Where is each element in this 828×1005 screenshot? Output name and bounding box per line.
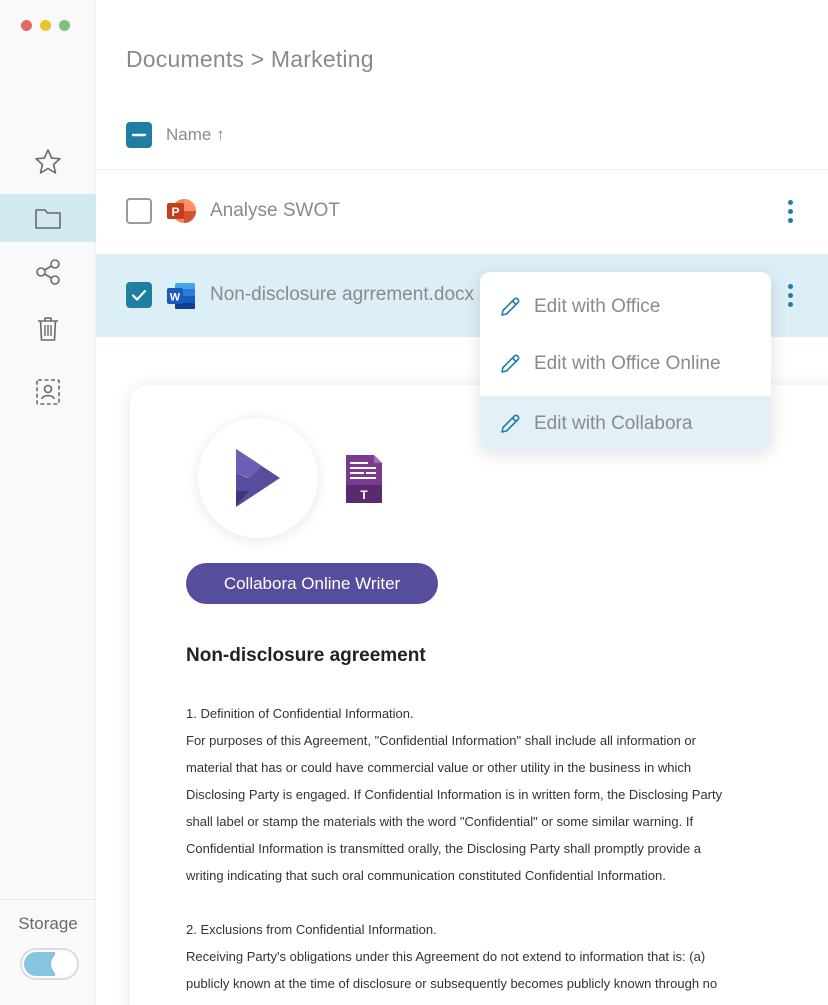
document-line: Confidential Information is transmitted …: [186, 841, 701, 856]
menu-item-edit-with-collabora[interactable]: Edit with Collabora: [480, 396, 771, 450]
sidebar-item-trash[interactable]: [0, 304, 96, 352]
maximize-window-button[interactable]: [59, 20, 70, 31]
document-line: 2. Exclusions from Confidential Informat…: [186, 922, 437, 937]
menu-item-label: Edit with Office: [534, 296, 661, 317]
sidebar-item-shared[interactable]: [0, 248, 96, 296]
menu-item-label: Edit with Office Online: [534, 353, 721, 374]
close-window-button[interactable]: [21, 20, 32, 31]
svg-text:W: W: [170, 292, 181, 304]
document-line: shall label or stamp the materials with …: [186, 814, 694, 829]
contact-icon: [36, 379, 60, 405]
file-name[interactable]: Analyse SWOT: [210, 200, 340, 222]
file-row-analyse-swot[interactable]: P Analyse SWOT: [96, 170, 828, 253]
pencil-icon: [501, 297, 520, 316]
menu-item-edit-with-office[interactable]: Edit with Office: [480, 279, 771, 335]
file-list-header: Name ↑: [96, 100, 828, 170]
sidebar-item-files[interactable]: [0, 194, 96, 242]
document-title: Non-disclosure agreement: [186, 645, 426, 666]
edit-context-menu: Edit with Office Edit with Office Online…: [480, 272, 771, 450]
window-controls: [21, 20, 70, 31]
row-more-options-button[interactable]: [786, 200, 794, 228]
sidebar-item-favorites[interactable]: [0, 138, 96, 186]
document-line: material that has or could have commerci…: [186, 760, 692, 775]
document-preview-card: T Collabora Online Writer Non-disclosure…: [130, 385, 828, 1005]
storage-section: Storage: [0, 899, 96, 1005]
collabora-writer-badge: Collabora Online Writer: [186, 563, 438, 604]
storage-label: Storage: [18, 914, 78, 933]
svg-text:P: P: [171, 205, 179, 219]
document-line: writing indicating that such oral commun…: [186, 868, 666, 883]
collabora-logo-icon: [236, 449, 280, 507]
document-line: Disclosing Party is engaged. If Confiden…: [186, 787, 723, 802]
pencil-icon: [501, 354, 520, 373]
collabora-logo: [198, 418, 318, 538]
powerpoint-icon: P: [167, 199, 196, 223]
minimize-window-button[interactable]: [40, 20, 51, 31]
kebab-dot-icon: [787, 284, 793, 289]
row-checkbox[interactable]: [126, 282, 152, 308]
checkmark-icon: [131, 289, 147, 301]
sidebar-item-contacts[interactable]: [0, 368, 96, 416]
row-more-options-button[interactable]: [786, 284, 794, 312]
document-line: For purposes of this Agreement, "Confide…: [186, 733, 696, 748]
storage-toggle[interactable]: [20, 948, 79, 980]
folder-icon: [35, 209, 61, 229]
minus-icon: [131, 133, 147, 137]
menu-item-label: Edit with Collabora: [534, 413, 693, 434]
kebab-dot-icon: [787, 200, 793, 205]
kebab-dot-icon: [787, 302, 793, 307]
document-line: publicly known at the time of disclosure…: [186, 976, 718, 991]
document-body: 1. Definition of Confidential Informatio…: [186, 700, 776, 997]
share-icon: [36, 259, 60, 285]
kebab-dot-icon: [787, 293, 793, 298]
kebab-dot-icon: [787, 218, 793, 223]
sidebar: Storage: [0, 0, 96, 1005]
sort-by-name-header[interactable]: Name ↑: [166, 125, 225, 145]
kebab-dot-icon: [787, 209, 793, 214]
document-line: 1. Definition of Confidential Informatio…: [186, 706, 414, 721]
file-name[interactable]: Non-disclosure agrrement.docx: [210, 284, 474, 306]
storage-toggle-knob: [51, 952, 75, 976]
svg-text:T: T: [360, 488, 368, 502]
menu-item-edit-with-office-online[interactable]: Edit with Office Online: [480, 336, 771, 392]
row-checkbox[interactable]: [126, 198, 152, 224]
star-icon: [35, 149, 61, 174]
writer-document-icon: T: [346, 455, 382, 503]
word-icon: W: [167, 283, 195, 309]
trash-icon: [38, 317, 58, 341]
pencil-icon: [501, 414, 520, 433]
select-all-checkbox[interactable]: [126, 122, 152, 148]
document-line: Receiving Party's obligations under this…: [186, 949, 706, 964]
breadcrumb[interactable]: Documents > Marketing: [126, 46, 374, 73]
